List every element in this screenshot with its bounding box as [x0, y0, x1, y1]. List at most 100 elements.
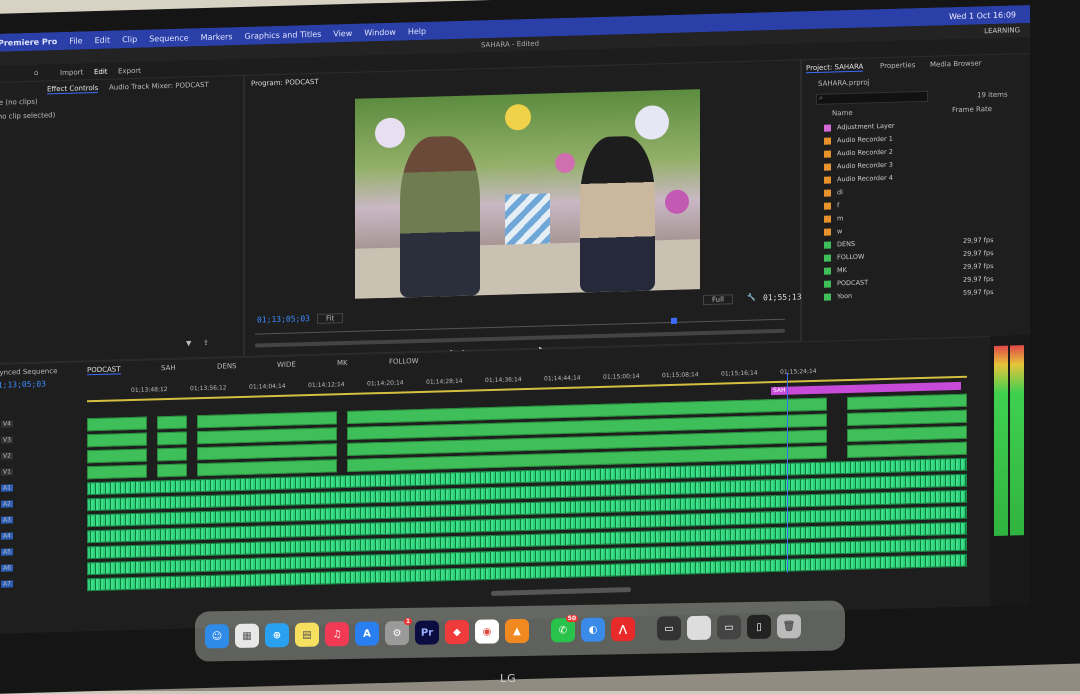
track-header[interactable]: V4	[1, 420, 13, 427]
menu-clip[interactable]: Clip	[122, 34, 137, 43]
track-header[interactable]: V1	[1, 468, 13, 475]
program-timecode[interactable]: 01;13;05;03	[257, 314, 310, 324]
sequence-tab[interactable]: MK	[337, 359, 348, 367]
tab-media-browser[interactable]: Media Browser	[930, 59, 982, 68]
track-header[interactable]: A1	[1, 484, 13, 491]
video-clip[interactable]	[197, 443, 337, 460]
launchpad-icon[interactable]: ▦	[235, 624, 259, 648]
video-clip[interactable]	[87, 433, 147, 448]
chrome-icon[interactable]: ◉	[475, 619, 499, 643]
track-header[interactable]: A6	[1, 564, 13, 571]
safari-icon[interactable]: ⊕	[265, 623, 289, 647]
menu-markers[interactable]: Markers	[201, 32, 233, 42]
label-color-swatch	[824, 215, 831, 222]
menu-graphics[interactable]: Graphics and Titles	[245, 29, 322, 40]
vlc-icon[interactable]: ▲	[505, 619, 529, 643]
video-clip[interactable]	[847, 394, 967, 410]
header-import[interactable]: Import	[60, 68, 83, 77]
zoom-fit-select[interactable]: Fit	[317, 313, 343, 324]
video-clip[interactable]	[197, 411, 337, 428]
notes-icon[interactable]: ▤	[295, 623, 319, 647]
track-header[interactable]: A7	[1, 580, 13, 587]
timeline-timecode[interactable]: 01;13;05;03	[0, 379, 46, 389]
menu-edit[interactable]: Edit	[95, 35, 111, 44]
fps-column-header[interactable]: Frame Rate	[952, 105, 992, 114]
header-export[interactable]: Export	[118, 67, 141, 76]
video-clip[interactable]	[157, 463, 187, 477]
menu-app-name[interactable]: Premiere Pro	[0, 37, 57, 48]
project-item-name: MK	[837, 263, 957, 274]
video-clip[interactable]	[197, 459, 337, 476]
video-clip[interactable]	[847, 426, 967, 442]
finder-icon[interactable]: ☺	[205, 624, 229, 648]
tab-effect-controls[interactable]: Effect Controls	[47, 84, 98, 94]
track-header[interactable]: A3	[1, 516, 13, 523]
settings-icon[interactable]: ⚙1	[385, 621, 409, 645]
sequence-tab[interactable]: DENS	[217, 362, 237, 371]
track-header[interactable]: A4	[1, 532, 13, 539]
menu-window[interactable]: Window	[364, 27, 396, 37]
label-color-swatch	[824, 150, 831, 157]
program-playhead[interactable]	[671, 318, 677, 324]
filter-icon[interactable]: ▼	[186, 339, 191, 347]
export-frame-icon[interactable]: ⇪	[203, 339, 209, 347]
menu-view[interactable]: View	[333, 28, 352, 38]
anydesk-icon[interactable]: ◆	[445, 620, 469, 644]
track-header[interactable]: V2	[1, 452, 13, 459]
ruler-tick-label: 01;15;08;14	[662, 371, 699, 379]
menu-sequence[interactable]: Sequence	[149, 33, 188, 43]
program-monitor-label[interactable]: Program: PODCAST	[251, 78, 319, 88]
adjustment-clip[interactable]: SAH	[771, 382, 961, 395]
window-thumb-icon[interactable]: ▯	[747, 615, 771, 639]
menu-help[interactable]: Help	[408, 26, 426, 36]
sequence-tab[interactable]: WIDE	[277, 360, 296, 369]
sequence-tab[interactable]: FOLLOW	[389, 357, 419, 366]
track-header[interactable]: A5	[1, 548, 13, 555]
premiere-icon[interactable]: Pr	[415, 620, 439, 644]
whatsapp-badge: 50	[566, 615, 578, 622]
ruler-tick-label: 01;15;16;14	[721, 370, 758, 378]
project-search-input[interactable]: ⌕	[816, 91, 928, 105]
appstore-icon[interactable]: A	[355, 621, 379, 645]
project-item-fps: 29,97 fps	[963, 249, 993, 258]
window-thumb-icon[interactable]	[687, 616, 711, 640]
name-column-header[interactable]: Name	[832, 109, 853, 118]
video-clip[interactable]	[87, 449, 147, 464]
sequence-tab[interactable]: SAH	[161, 364, 176, 372]
tab-project[interactable]: Project: SAHARA	[806, 63, 863, 74]
workspace-label[interactable]: LEARNING	[984, 23, 1020, 38]
tab-audio-mixer[interactable]: Audio Track Mixer: PODCAST	[109, 81, 209, 92]
acrobat-icon[interactable]: ⋀	[611, 617, 635, 641]
video-clip[interactable]	[197, 427, 337, 444]
video-clip[interactable]	[87, 417, 147, 432]
project-item-name: Audio Recorder 4	[837, 172, 957, 183]
finder2-icon[interactable]: ◐	[581, 618, 605, 642]
sequence-tab[interactable]: PODCAST	[87, 365, 121, 375]
music-icon[interactable]: ♫	[325, 622, 349, 646]
no-clip-label: (no clip selected)	[0, 111, 55, 121]
timeline-scrollbar[interactable]	[491, 587, 631, 596]
label-color-swatch	[824, 176, 831, 183]
label-color-swatch	[824, 293, 831, 300]
header-edit[interactable]: Edit	[94, 68, 108, 76]
menu-file[interactable]: File	[69, 36, 82, 45]
track-header[interactable]: A2	[1, 500, 13, 507]
whatsapp-icon[interactable]: ✆50	[551, 618, 575, 642]
video-clip[interactable]	[847, 410, 967, 426]
home-icon[interactable]: ⌂	[34, 69, 38, 77]
video-clip[interactable]	[157, 415, 187, 429]
project-item-fps: 59,97 fps	[963, 288, 993, 297]
video-clip[interactable]	[157, 447, 187, 461]
timeline-playhead[interactable]	[787, 373, 788, 573]
window-thumb-icon[interactable]: ▭	[657, 616, 681, 640]
wrench-icon[interactable]: 🔧	[747, 294, 756, 302]
trash-icon[interactable]: 🗑	[777, 614, 801, 638]
window-thumb-icon[interactable]: ▭	[717, 615, 741, 639]
video-clip[interactable]	[87, 465, 147, 480]
playback-quality-select[interactable]: Full	[703, 294, 733, 305]
track-header[interactable]: V3	[1, 436, 13, 443]
video-clip[interactable]	[847, 442, 967, 458]
tab-properties[interactable]: Properties	[880, 61, 915, 70]
video-clip[interactable]	[157, 431, 187, 445]
sequence-tab[interactable]: Synced Sequence	[0, 367, 57, 377]
